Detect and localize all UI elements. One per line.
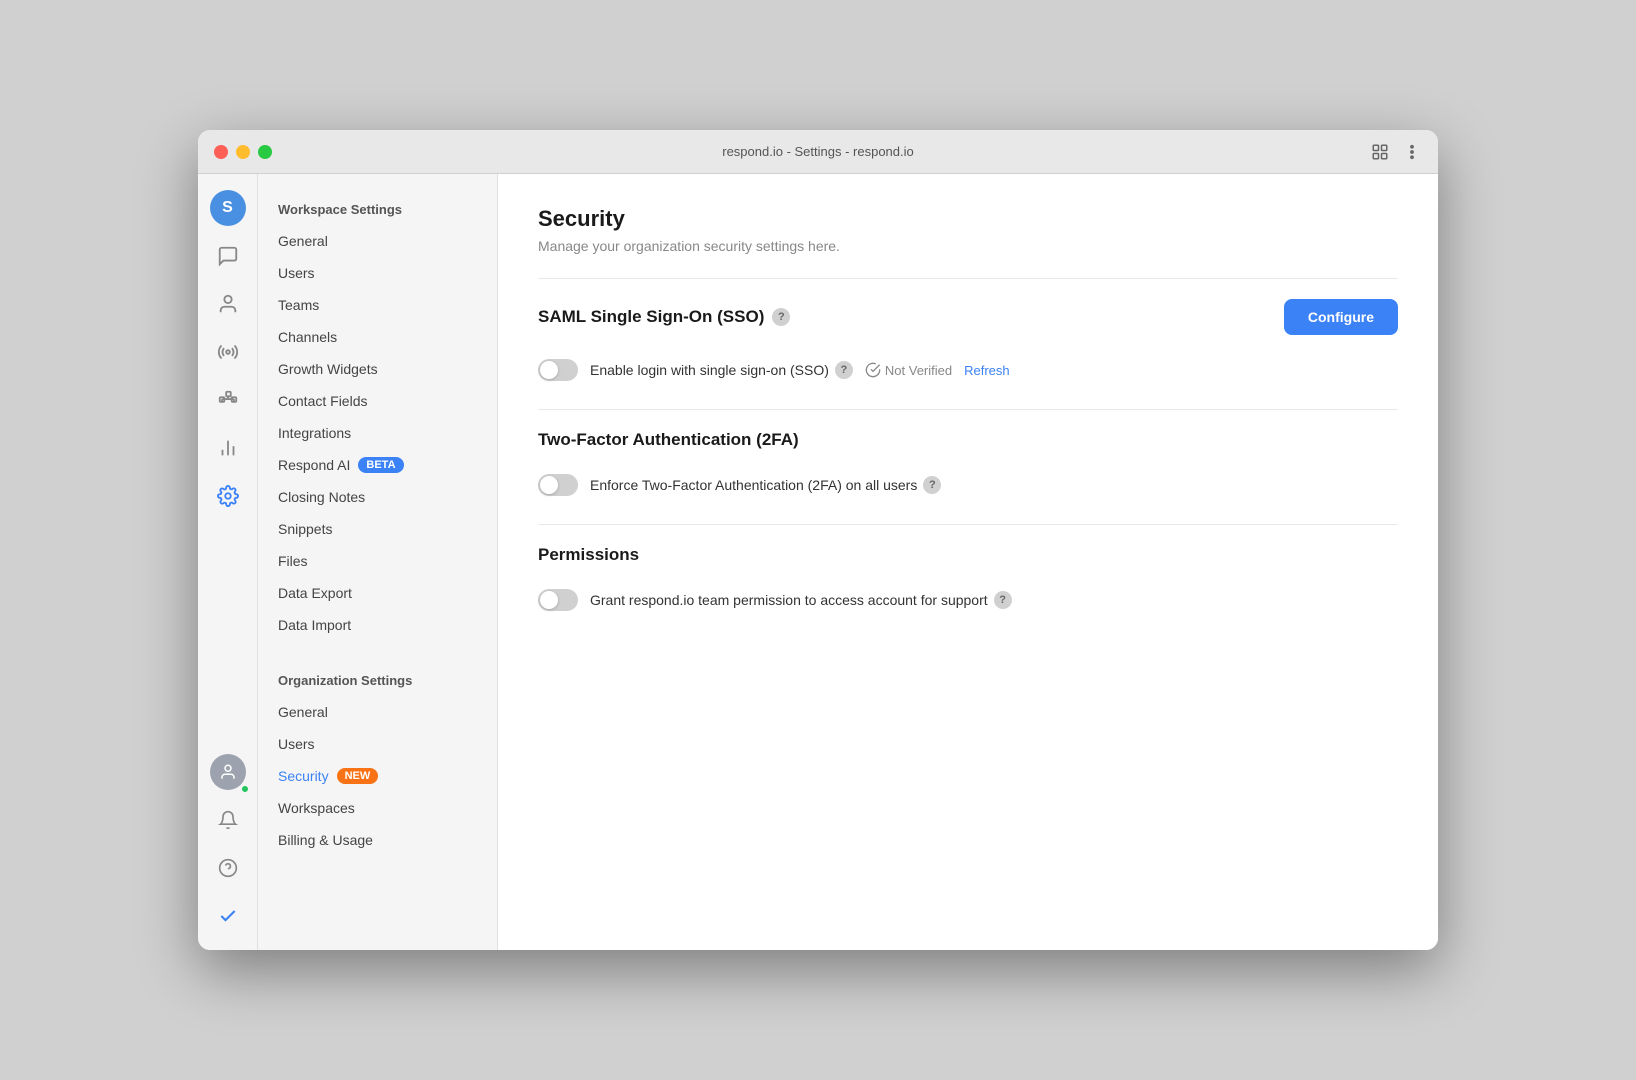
sidebar-help[interactable] (206, 846, 250, 890)
tfa-toggle[interactable] (538, 474, 578, 496)
page-subtitle: Manage your organization security settin… (538, 238, 1398, 254)
nav-item-users-org[interactable]: Users (258, 728, 497, 760)
window-title: respond.io - Settings - respond.io (722, 144, 914, 159)
permission-help-icon[interactable]: ? (994, 591, 1012, 609)
titlebar: respond.io - Settings - respond.io (198, 130, 1438, 174)
nav-item-data-export-ws[interactable]: Data Export (258, 577, 497, 609)
nav-item-snippets-ws[interactable]: Snippets (258, 513, 497, 545)
nav-item-billing-org[interactable]: Billing & Usage (258, 824, 497, 856)
beta-badge: BETA (358, 457, 403, 473)
saml-help-icon[interactable]: ? (772, 308, 790, 326)
online-indicator (240, 784, 250, 794)
tfa-title: Two-Factor Authentication (2FA) (538, 430, 799, 450)
permission-label: Grant respond.io team permission to acce… (590, 591, 1012, 609)
saml-title-row: SAML Single Sign-On (SSO) ? Configure (538, 299, 1398, 335)
divider-2 (538, 409, 1398, 410)
tfa-help-icon[interactable]: ? (923, 476, 941, 494)
close-button[interactable] (214, 145, 228, 159)
sidebar-item-chat[interactable] (206, 234, 250, 278)
titlebar-actions (1370, 142, 1422, 162)
permission-toggle[interactable] (538, 589, 578, 611)
sidebar-item-org[interactable] (206, 378, 250, 422)
maximize-button[interactable] (258, 145, 272, 159)
workspace-settings-title: Workspace Settings (258, 186, 497, 225)
main-content: Security Manage your organization securi… (498, 174, 1438, 950)
nav-item-general-org[interactable]: General (258, 696, 497, 728)
extensions-icon[interactable] (1370, 142, 1390, 162)
saml-title: SAML Single Sign-On (SSO) ? (538, 307, 790, 327)
nav-sidebar: Workspace Settings General Users Teams C… (258, 174, 498, 950)
nav-item-contact-fields-ws[interactable]: Contact Fields (258, 385, 497, 417)
nav-item-general-ws[interactable]: General (258, 225, 497, 257)
divider-1 (538, 278, 1398, 279)
workspace-avatar: S (210, 190, 246, 226)
saml-sso-section: SAML Single Sign-On (SSO) ? Configure En… (538, 299, 1398, 389)
sidebar-item-reports[interactable] (206, 426, 250, 470)
sso-help-icon[interactable]: ? (835, 361, 853, 379)
sidebar-item-settings[interactable] (206, 474, 250, 518)
app-window: respond.io - Settings - respond.io (198, 130, 1438, 950)
not-verified-status: Not Verified (865, 362, 952, 378)
nav-item-closing-notes-ws[interactable]: Closing Notes (258, 481, 497, 513)
configure-button[interactable]: Configure (1284, 299, 1398, 335)
divider-3 (538, 524, 1398, 525)
organization-settings-title: Organization Settings (258, 657, 497, 696)
refresh-link[interactable]: Refresh (964, 363, 1010, 378)
nav-item-integrations-ws[interactable]: Integrations (258, 417, 497, 449)
sso-label: Enable login with single sign-on (SSO) ? (590, 361, 853, 379)
nav-item-data-import-ws[interactable]: Data Import (258, 609, 497, 641)
tfa-setting-row: Enforce Two-Factor Authentication (2FA) … (538, 466, 1398, 504)
traffic-lights (214, 145, 272, 159)
sidebar-avatar[interactable]: S (206, 186, 250, 230)
permission-setting-row: Grant respond.io team permission to acce… (538, 581, 1398, 619)
permissions-title-row: Permissions (538, 545, 1398, 565)
nav-item-growth-widgets-ws[interactable]: Growth Widgets (258, 353, 497, 385)
permissions-section: Permissions Grant respond.io team permis… (538, 545, 1398, 619)
permissions-title: Permissions (538, 545, 639, 565)
nav-item-workspaces-org[interactable]: Workspaces (258, 792, 497, 824)
sidebar-item-signals[interactable] (206, 330, 250, 374)
minimize-button[interactable] (236, 145, 250, 159)
page-title: Security (538, 206, 1398, 232)
sidebar-notifications[interactable] (206, 798, 250, 842)
nav-item-users-ws[interactable]: Users (258, 257, 497, 289)
icon-sidebar: S (198, 174, 258, 950)
tfa-title-row: Two-Factor Authentication (2FA) (538, 430, 1398, 450)
new-badge: NEW (337, 768, 379, 784)
nav-item-security-org[interactable]: Security NEW (258, 760, 497, 792)
icon-sidebar-bottom (206, 750, 250, 950)
menu-icon[interactable] (1402, 142, 1422, 162)
nav-item-teams-ws[interactable]: Teams (258, 289, 497, 321)
nav-item-channels-ws[interactable]: Channels (258, 321, 497, 353)
sidebar-item-contacts[interactable] (206, 282, 250, 326)
sso-setting-row: Enable login with single sign-on (SSO) ?… (538, 351, 1398, 389)
nav-item-respond-ai-ws[interactable]: Respond AI BETA (258, 449, 497, 481)
nav-item-files-ws[interactable]: Files (258, 545, 497, 577)
tfa-section: Two-Factor Authentication (2FA) Enforce … (538, 430, 1398, 504)
app-body: S (198, 174, 1438, 950)
sidebar-tasks[interactable] (206, 894, 250, 938)
sidebar-user-avatar[interactable] (206, 750, 250, 794)
tfa-label: Enforce Two-Factor Authentication (2FA) … (590, 476, 941, 494)
sso-toggle[interactable] (538, 359, 578, 381)
